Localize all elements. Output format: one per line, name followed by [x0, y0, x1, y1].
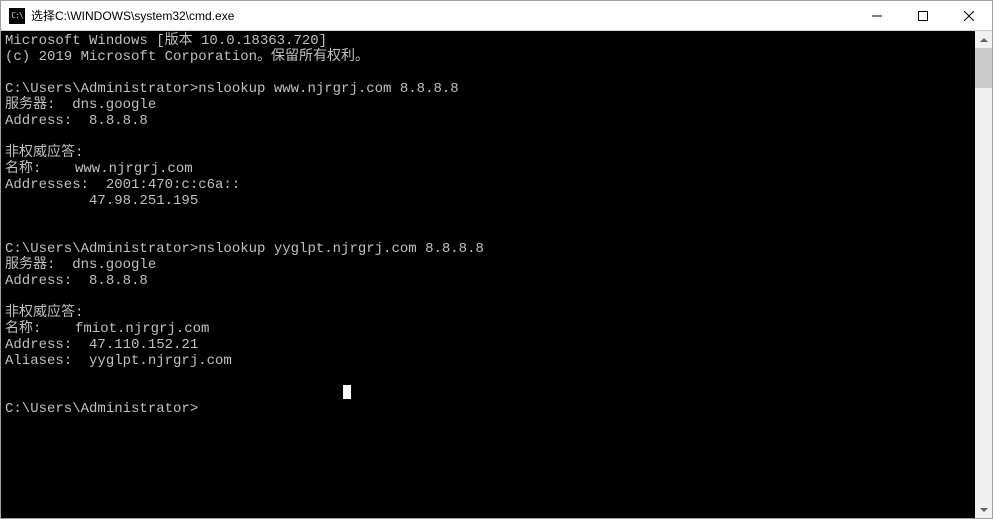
cmd-icon: C:\ [9, 8, 25, 24]
chevron-down-icon [980, 508, 988, 512]
maximize-icon [918, 11, 928, 21]
maximize-button[interactable] [900, 1, 946, 30]
terminal-area: Microsoft Windows [版本 10.0.18363.720] (c… [1, 31, 992, 518]
titlebar[interactable]: C:\ 选择C:\WINDOWS\system32\cmd.exe [1, 1, 992, 31]
close-button[interactable] [946, 1, 992, 30]
scroll-up-button[interactable] [975, 31, 992, 48]
scrollbar-thumb[interactable] [975, 48, 992, 88]
cmd-window: C:\ 选择C:\WINDOWS\system32\cmd.exe Micros… [0, 0, 993, 519]
text-cursor [343, 385, 351, 399]
vertical-scrollbar[interactable] [975, 31, 992, 518]
window-title: 选择C:\WINDOWS\system32\cmd.exe [31, 7, 854, 24]
scroll-down-button[interactable] [975, 501, 992, 518]
terminal-output[interactable]: Microsoft Windows [版本 10.0.18363.720] (c… [1, 31, 975, 518]
close-icon [964, 11, 974, 21]
chevron-up-icon [980, 38, 988, 42]
window-controls [854, 1, 992, 30]
scrollbar-track[interactable] [975, 48, 992, 501]
minimize-button[interactable] [854, 1, 900, 30]
minimize-icon [872, 11, 882, 21]
